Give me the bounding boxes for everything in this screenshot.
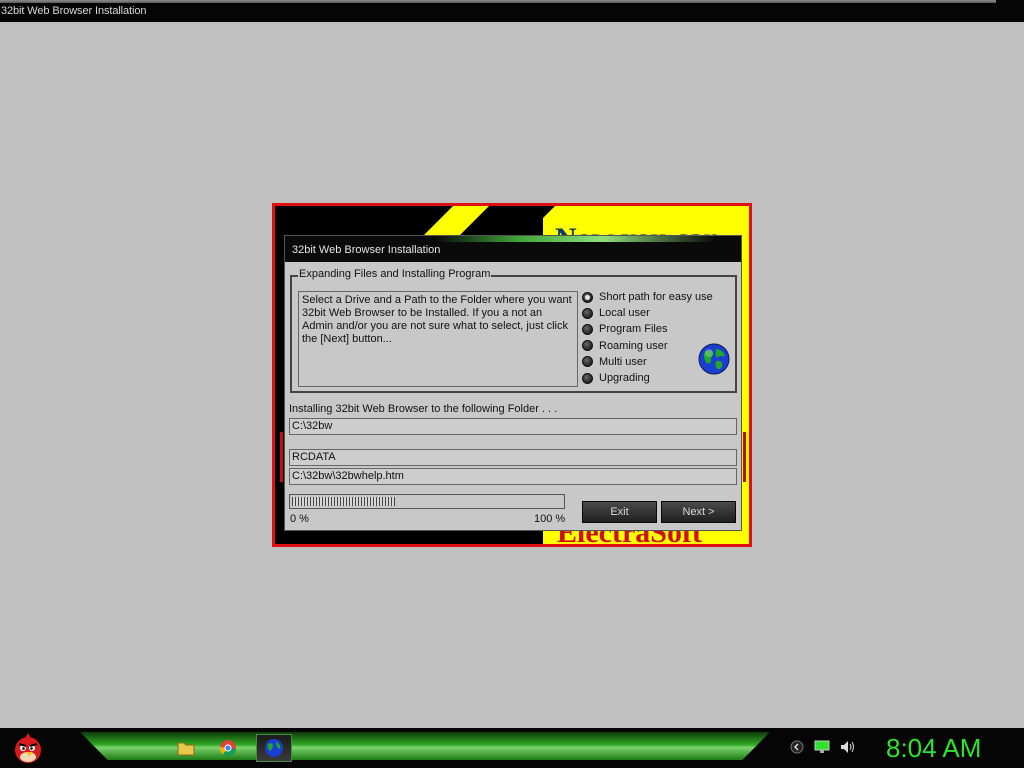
option-program-files[interactable]: Program Files [582,321,732,337]
option-label: Program Files [599,323,668,336]
chevron-left-icon[interactable] [790,740,804,754]
top-progress-line [0,0,996,3]
clock[interactable]: 8:04 AM [886,733,981,764]
speaker-icon[interactable] [840,740,856,754]
progress-fill [292,497,395,506]
folder-icon [177,742,195,756]
install-progress-bar [289,494,565,509]
splash-red-accent-right [743,432,746,482]
taskbar: 8:04 AM [0,728,1024,768]
option-label: Local user [599,307,650,320]
system-tray [790,740,856,754]
angry-bird-start-icon[interactable] [10,730,46,766]
next-button[interactable]: Next > [661,501,736,523]
top-title-bar: 32bit Web Browser Installation [0,0,1024,22]
exit-button[interactable]: Exit [582,501,657,523]
progress-min-label: 0 % [290,513,309,525]
group-legend: Expanding Files and Installing Program [298,268,492,280]
radio-button-selected[interactable] [582,291,593,303]
dialog-title: 32bit Web Browser Installation [292,244,441,256]
chrome-icon [220,740,236,757]
progress-max-label: 100 % [534,513,566,525]
resource-type-field: RCDATA [289,449,737,466]
option-label: Short path for easy use [599,291,713,304]
radio-button[interactable] [582,356,593,368]
option-label: Upgrading [599,372,650,385]
install-options-group: Expanding Files and Installing Program S… [290,268,737,393]
option-label: Multi user [599,355,647,368]
radio-button[interactable] [582,340,593,352]
radio-button[interactable] [582,323,593,335]
window-title: 32bit Web Browser Installation [1,5,147,17]
option-local-user[interactable]: Local user [582,305,732,321]
install-path-field[interactable]: C:\32bw [289,418,737,435]
network-monitor-icon[interactable] [814,740,830,754]
globe-browser-icon [265,739,283,757]
installer-dialog: 32bit Web Browser Installation Expanding… [284,235,742,531]
taskbar-folder-button[interactable] [168,734,204,762]
install-folder-label: Installing 32bit Web Browser to the foll… [289,403,558,415]
globe-icon [698,343,730,375]
option-label: Roaming user [599,339,668,352]
radio-button[interactable] [582,307,593,319]
option-short-path[interactable]: Short path for easy use [582,289,732,305]
titlebar-glow [435,236,715,242]
dialog-titlebar[interactable]: 32bit Web Browser Installation [285,236,741,262]
radio-button[interactable] [582,372,593,384]
instructions-text: Select a Drive and a Path to the Folder … [298,291,578,387]
splash-red-accent-left [280,432,283,482]
taskbar-chrome-button[interactable] [210,734,246,762]
taskbar-browser-button[interactable] [256,734,292,762]
current-file-field: C:\32bw\32bwhelp.htm [289,468,737,485]
